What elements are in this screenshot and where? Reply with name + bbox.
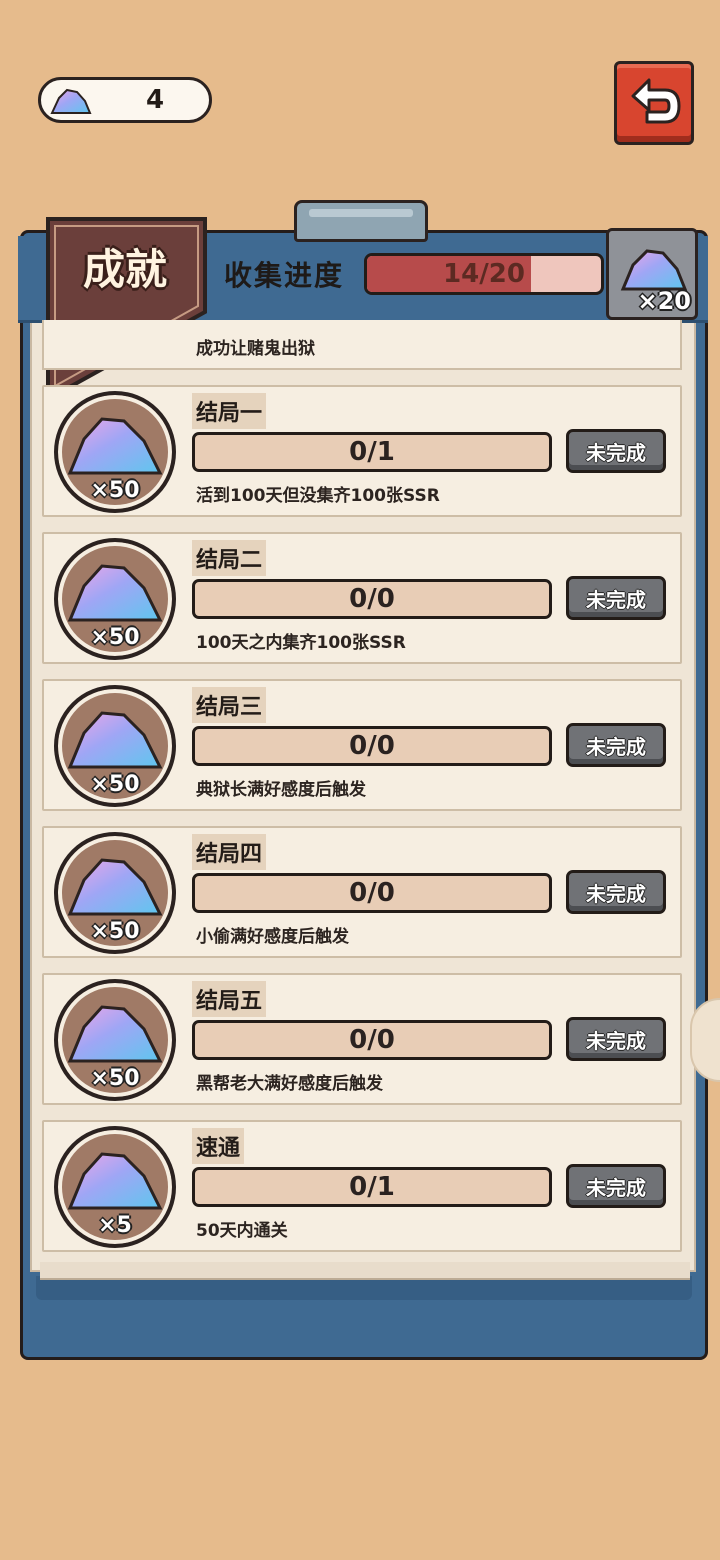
currency-counter: 4 (38, 77, 212, 123)
collection-progress-label: 收集进度 (224, 259, 345, 292)
achievement-desc: 100天之内集齐100张SSR (196, 633, 406, 653)
achievement-title: 结局三 (192, 687, 267, 723)
achievement-list: ×50 结局一 0/1 未完成 活到100天但没集齐100张SSR ×50 结局… (42, 385, 682, 1267)
reward-medal: ×50 (54, 391, 176, 513)
achievement-title: 速通 (192, 1128, 245, 1164)
crystal-gem-icon (67, 417, 163, 475)
achievement-row: ×50 结局三 0/0 未完成 典狱长满好感度后触发 (42, 679, 682, 811)
back-button[interactable] (614, 61, 694, 145)
achievement-progress: 0/1 (192, 432, 552, 472)
crystal-gem-icon (620, 249, 688, 291)
achievement-title: 结局一 (192, 393, 267, 429)
achievement-desc: 50天内通关 (196, 1221, 288, 1241)
achievement-row: ×50 结局二 0/0 未完成 100天之内集齐100张SSR (42, 532, 682, 664)
achievement-title: 结局二 (192, 540, 267, 576)
reward-medal: ×50 (54, 979, 176, 1101)
collection-reward-box[interactable]: ×20 (606, 228, 698, 320)
reward-count: ×50 (90, 1066, 140, 1091)
incomplete-button[interactable]: 未完成 (566, 723, 666, 767)
list-item: 成功让赌鬼出狱 (42, 320, 682, 370)
incomplete-button[interactable]: 未完成 (566, 870, 666, 914)
achievement-desc: 典狱长满好感度后触发 (196, 780, 366, 800)
achievement-row: ×50 结局一 0/1 未完成 活到100天但没集齐100张SSR (42, 385, 682, 517)
achievement-desc: 小偷满好感度后触发 (196, 927, 349, 947)
reward-medal: ×5 (54, 1126, 176, 1248)
currency-value: 4 (145, 85, 165, 115)
incomplete-button[interactable]: 未完成 (566, 1017, 666, 1061)
achievement-desc: 活到100天但没集齐100张SSR (196, 486, 440, 506)
reward-medal: ×50 (54, 685, 176, 807)
reward-medal: ×50 (54, 538, 176, 660)
achievement-title: 结局四 (192, 834, 267, 870)
crystal-gem-icon (67, 564, 163, 622)
crystal-gem-icon (67, 1005, 163, 1063)
reward-count: ×5 (98, 1213, 132, 1238)
collection-progress-bar: 14/20 (364, 253, 604, 295)
incomplete-button[interactable]: 未完成 (566, 576, 666, 620)
reward-count: ×50 (90, 478, 140, 503)
incomplete-button[interactable]: 未完成 (566, 1164, 666, 1208)
achievement-row: ×50 结局五 0/0 未完成 黑帮老大满好感度后触发 (42, 973, 682, 1105)
achievement-progress: 0/0 (192, 579, 552, 619)
board-clip (294, 200, 428, 242)
achievement-progress: 0/1 (192, 1167, 552, 1207)
reward-count: ×50 (90, 919, 140, 944)
crystal-gem-icon (67, 858, 163, 916)
achievement-progress: 0/0 (192, 873, 552, 913)
crystal-gem-icon (50, 88, 92, 114)
reward-count: ×50 (90, 625, 140, 650)
reward-count: ×50 (90, 772, 140, 797)
crystal-gem-icon (67, 1152, 163, 1210)
reward-medal: ×50 (54, 832, 176, 954)
achievement-progress: 0/0 (192, 726, 552, 766)
crystal-gem-icon (67, 711, 163, 769)
achievement-progress: 0/0 (192, 1020, 552, 1060)
achievement-title: 结局五 (192, 981, 267, 1017)
incomplete-button[interactable]: 未完成 (566, 429, 666, 473)
achievement-row: ×5 速通 0/1 未完成 50天内通关 (42, 1120, 682, 1252)
achievement-desc: 成功让赌鬼出狱 (196, 339, 315, 359)
page-title: 成就 (82, 245, 167, 294)
collection-progress-text: 14/20 (443, 259, 525, 289)
return-arrow-icon (631, 78, 681, 124)
achievement-row: ×50 结局四 0/0 未完成 小偷满好感度后触发 (42, 826, 682, 958)
achievement-desc: 黑帮老大满好感度后触发 (196, 1074, 383, 1094)
collection-reward-count: ×20 (637, 287, 691, 315)
